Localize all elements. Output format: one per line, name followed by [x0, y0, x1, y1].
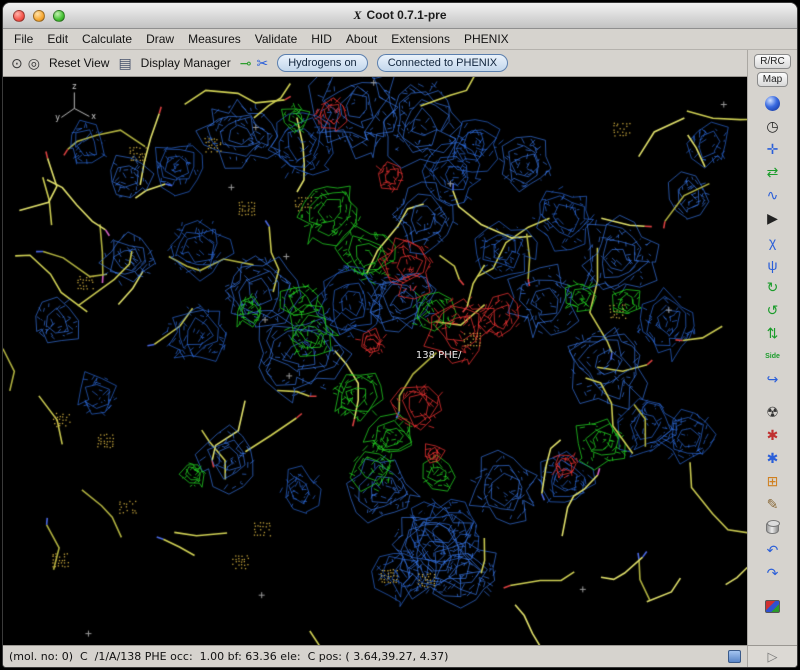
- bullseye-icon[interactable]: ⊙: [11, 56, 23, 70]
- display-manager-button[interactable]: Display Manager: [137, 54, 235, 72]
- delete-item-icon[interactable]: [759, 516, 787, 539]
- menu-item-about[interactable]: About: [339, 29, 384, 49]
- regularize-icon[interactable]: ⇄: [759, 161, 787, 184]
- scrollbar-thumb[interactable]: [728, 650, 741, 663]
- flip-peptide-icon[interactable]: ⇅: [759, 322, 787, 345]
- rotate-translate-icon[interactable]: ▶: [759, 207, 787, 230]
- hydrogens-button[interactable]: Hydrogens on: [277, 54, 368, 72]
- status-row: (mol. no: 0) C /1/A/138 PHE occ: 1.00 bf…: [3, 645, 797, 667]
- menu-item-measures[interactable]: Measures: [181, 29, 248, 49]
- ligand-builder-icon-shape: [765, 600, 780, 613]
- body-row: ⊙ ◎ Reset View ▤ Display Manager ⊸ ✂ Hydrogens …: [3, 50, 797, 645]
- x11-icon: X: [353, 8, 361, 23]
- clock-icon[interactable]: ◷: [759, 115, 787, 138]
- play-triangle-icon: ▷: [768, 649, 778, 665]
- ligand-builder-icon[interactable]: [759, 595, 787, 618]
- add-alt-conf-icon[interactable]: ✎: [759, 493, 787, 516]
- reset-view-button[interactable]: Reset View: [45, 54, 113, 72]
- target-circle-icon[interactable]: ◎: [28, 56, 40, 70]
- viewport: 138 PHE/: [3, 77, 747, 645]
- 3d-viewport-canvas[interactable]: [3, 77, 747, 645]
- left-column: ⊙ ◎ Reset View ▤ Display Manager ⊸ ✂ Hydrogens …: [3, 50, 747, 645]
- menu-item-extensions[interactable]: Extensions: [384, 29, 457, 49]
- display-manager-icon[interactable]: ▤: [118, 56, 131, 70]
- titlebar[interactable]: X Coot 0.7.1-pre: [3, 3, 797, 29]
- right-toolbar: R/RC Map ◷✛⇄∿▶χψ↻↺⇅Side↪☢✱✱⊞✎↶↷: [747, 50, 797, 645]
- jed-flip-icon[interactable]: ↪: [759, 368, 787, 391]
- statusbar-text: (mol. no: 0) C /1/A/138 PHE occ: 1.00 bf…: [3, 650, 728, 663]
- window-title: Coot 0.7.1-pre: [367, 8, 447, 22]
- menu-item-draw[interactable]: Draw: [139, 29, 181, 49]
- right-icon-stack: ◷✛⇄∿▶χψ↻↺⇅Side↪☢✱✱⊞✎↶↷: [748, 92, 797, 645]
- corner-box[interactable]: ▷: [747, 646, 797, 667]
- coot-window: X Coot 0.7.1-pre FileEditCalculateDrawMea…: [2, 2, 798, 668]
- menu-item-edit[interactable]: Edit: [40, 29, 75, 49]
- rotamers-icon[interactable]: ψ: [759, 253, 787, 276]
- edit-chi-icon[interactable]: ↻: [759, 276, 787, 299]
- view-sphere-icon[interactable]: [759, 92, 787, 115]
- menubar: FileEditCalculateDrawMeasuresValidateHID…: [3, 29, 797, 50]
- undo-icon[interactable]: ↶: [759, 539, 787, 562]
- add-terminal-residue-icon[interactable]: ⊞: [759, 470, 787, 493]
- map-button[interactable]: Map: [757, 72, 788, 87]
- rrc-button[interactable]: R/RC: [754, 54, 790, 69]
- mutate-icon[interactable]: ✱: [759, 424, 787, 447]
- menu-item-phenix[interactable]: PHENIX: [457, 29, 516, 49]
- menu-item-validate[interactable]: Validate: [248, 29, 304, 49]
- torsion-general-icon[interactable]: ↺: [759, 299, 787, 322]
- move-cross-icon[interactable]: ✛: [759, 138, 787, 161]
- key-icon[interactable]: ⊸: [240, 56, 252, 70]
- side-chain-flip-icon[interactable]: Side: [759, 345, 787, 368]
- title-area: X Coot 0.7.1-pre: [3, 8, 797, 23]
- delete-item-icon-shape: [766, 521, 779, 534]
- menu-item-calculate[interactable]: Calculate: [75, 29, 139, 49]
- scissors-icon[interactable]: ✂: [256, 56, 268, 70]
- menu-item-file[interactable]: File: [7, 29, 40, 49]
- run-refmac-icon[interactable]: ☢: [759, 401, 787, 424]
- menu-item-hid[interactable]: HID: [304, 29, 339, 49]
- auto-fit-rotamer-icon[interactable]: χ: [759, 230, 787, 253]
- mutate-autofit-icon[interactable]: ✱: [759, 447, 787, 470]
- redo-icon[interactable]: ↷: [759, 562, 787, 585]
- view-sphere-icon-shape: [765, 96, 780, 111]
- connected-phenix-button[interactable]: Connected to PHENIX: [377, 54, 508, 72]
- rigid-body-icon[interactable]: ∿: [759, 184, 787, 207]
- toolbar: ⊙ ◎ Reset View ▤ Display Manager ⊸ ✂ Hydrogens …: [3, 50, 747, 77]
